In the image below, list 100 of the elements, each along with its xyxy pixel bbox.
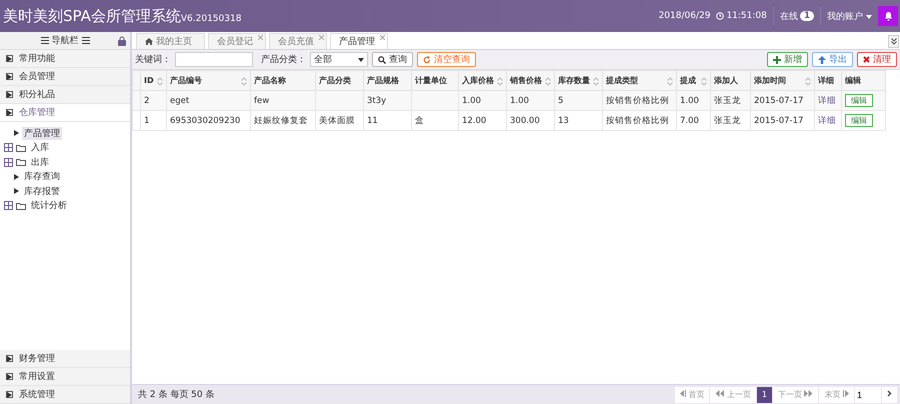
column-header[interactable]: 销售价格	[506, 70, 554, 90]
go-button[interactable]	[882, 386, 897, 402]
date-label: 2018/06/29	[658, 11, 712, 21]
caret-icon	[14, 188, 19, 194]
folder-icon	[16, 202, 26, 210]
sort-icon	[157, 77, 163, 86]
app-title: 美时美刻SPA会所管理系统	[2, 6, 181, 26]
page-button[interactable]: 1	[756, 386, 772, 402]
column-header[interactable]: 提成	[676, 70, 710, 90]
table-cell: 按销售价格比例	[602, 110, 676, 130]
tree-label[interactable]: 出库	[29, 156, 51, 169]
column-header: 计量单位	[412, 70, 458, 90]
table-cell: 300.00	[506, 110, 554, 130]
column-header[interactable]: 添加时间	[750, 70, 814, 90]
sort-icon	[241, 77, 247, 86]
nav-item[interactable]: 常用功能	[0, 50, 130, 68]
tab[interactable]: 产品管理	[330, 33, 388, 49]
table-cell: few	[250, 90, 316, 110]
tree-label[interactable]: 统计分析	[29, 199, 69, 212]
double-chevron-icon	[890, 38, 896, 45]
plus-icon	[773, 56, 781, 64]
keyword-label: 关键词：	[135, 54, 171, 66]
online-count: 1	[800, 11, 814, 21]
table-cell: 5	[554, 90, 602, 110]
tree-label[interactable]: 入库	[29, 141, 51, 154]
rewind-icon	[715, 390, 724, 397]
column-header[interactable]: 提成类型	[602, 70, 676, 90]
expand-icon[interactable]	[4, 158, 13, 167]
skip-forward-icon	[843, 390, 849, 397]
nav-item[interactable]: 常用设置	[0, 368, 130, 386]
table-cell: 张玉龙	[710, 90, 750, 110]
table-cell: 1.00	[458, 90, 506, 110]
refresh-icon	[423, 56, 431, 64]
nav-item[interactable]: 会员管理	[0, 68, 130, 86]
category-select[interactable]: 全部	[310, 52, 368, 67]
caret-down-icon	[866, 14, 872, 18]
lock-icon[interactable]	[118, 36, 126, 46]
sort-icon	[701, 77, 707, 86]
column-header: 详细	[814, 70, 842, 90]
column-header: 添加人	[710, 70, 750, 90]
tree-label[interactable]: 库存报警	[22, 184, 62, 198]
page-field[interactable]: 1	[855, 386, 881, 402]
edit-button[interactable]: 编辑	[845, 94, 873, 107]
sort-icon	[667, 77, 673, 86]
table-cell: 妊娠纹修复套	[250, 110, 316, 130]
column-header: 产品规格	[364, 70, 412, 90]
add-button[interactable]: 新增	[767, 52, 808, 67]
table-cell: 11	[364, 110, 412, 130]
tab[interactable]: 会员充值	[269, 33, 327, 49]
expand-icon[interactable]	[4, 201, 13, 210]
table-cell: 盒	[412, 110, 458, 130]
column-header: 编辑	[842, 70, 886, 90]
caret-icon	[14, 174, 19, 180]
table-cell: 2	[140, 90, 166, 110]
online-label: 在线	[778, 10, 799, 22]
version-label: V6.20150318	[180, 14, 242, 24]
nav-item[interactable]: 财务管理	[0, 350, 130, 368]
column-header[interactable]: ID	[140, 70, 166, 90]
keyword-field[interactable]	[175, 52, 253, 67]
nav-item[interactable]: 仓库管理	[0, 104, 130, 122]
purge-button[interactable]: 清理	[857, 52, 897, 67]
tab[interactable]: 会员登记	[208, 33, 266, 49]
home-icon	[145, 38, 153, 45]
caret-icon	[14, 130, 19, 136]
tab[interactable]: 我的主页	[136, 33, 205, 49]
sort-icon	[545, 77, 551, 86]
tree-label[interactable]: 库存查询	[22, 170, 62, 184]
table-cell: 7.00	[676, 110, 710, 130]
tree-label[interactable]: 产品管理	[22, 126, 62, 140]
collapse-button[interactable]	[888, 35, 899, 48]
table-cell: 2015-07-17	[750, 110, 814, 130]
sort-icon	[497, 77, 503, 86]
nav-item[interactable]: 系统管理	[0, 386, 130, 404]
nav-item[interactable]: 积分礼品	[0, 86, 130, 104]
bell-icon	[884, 11, 892, 21]
notification-button[interactable]	[878, 6, 898, 26]
category-label: 产品分类：	[261, 54, 306, 66]
table-cell: 13	[554, 110, 602, 130]
column-header[interactable]: 入库价格	[458, 70, 506, 90]
menu-icon	[40, 37, 48, 44]
table-cell: 2015-07-17	[750, 90, 814, 110]
caret-down-icon	[358, 58, 364, 62]
sort-icon	[593, 77, 599, 86]
table-cell: 按销售价格比例	[602, 90, 676, 110]
time-label: 11:51:08	[725, 11, 768, 21]
export-button[interactable]: 导出	[812, 52, 853, 67]
column-header[interactable]: 产品编号	[166, 70, 250, 90]
close-icon	[863, 56, 870, 63]
table-cell: eget	[166, 90, 250, 110]
table-cell: 1.00	[676, 90, 710, 110]
table-cell: 1.00	[506, 90, 554, 110]
sort-icon	[805, 77, 811, 86]
column-header[interactable]: 库存数量	[554, 70, 602, 90]
edit-button[interactable]: 编辑	[845, 114, 873, 127]
search-button[interactable]: 查询	[372, 52, 413, 67]
table-cell: 张玉龙	[710, 110, 750, 130]
column-header: 产品分类	[316, 70, 364, 90]
search-icon	[378, 56, 386, 64]
expand-icon[interactable]	[4, 143, 13, 152]
account-menu[interactable]: 我的账户	[821, 10, 878, 22]
